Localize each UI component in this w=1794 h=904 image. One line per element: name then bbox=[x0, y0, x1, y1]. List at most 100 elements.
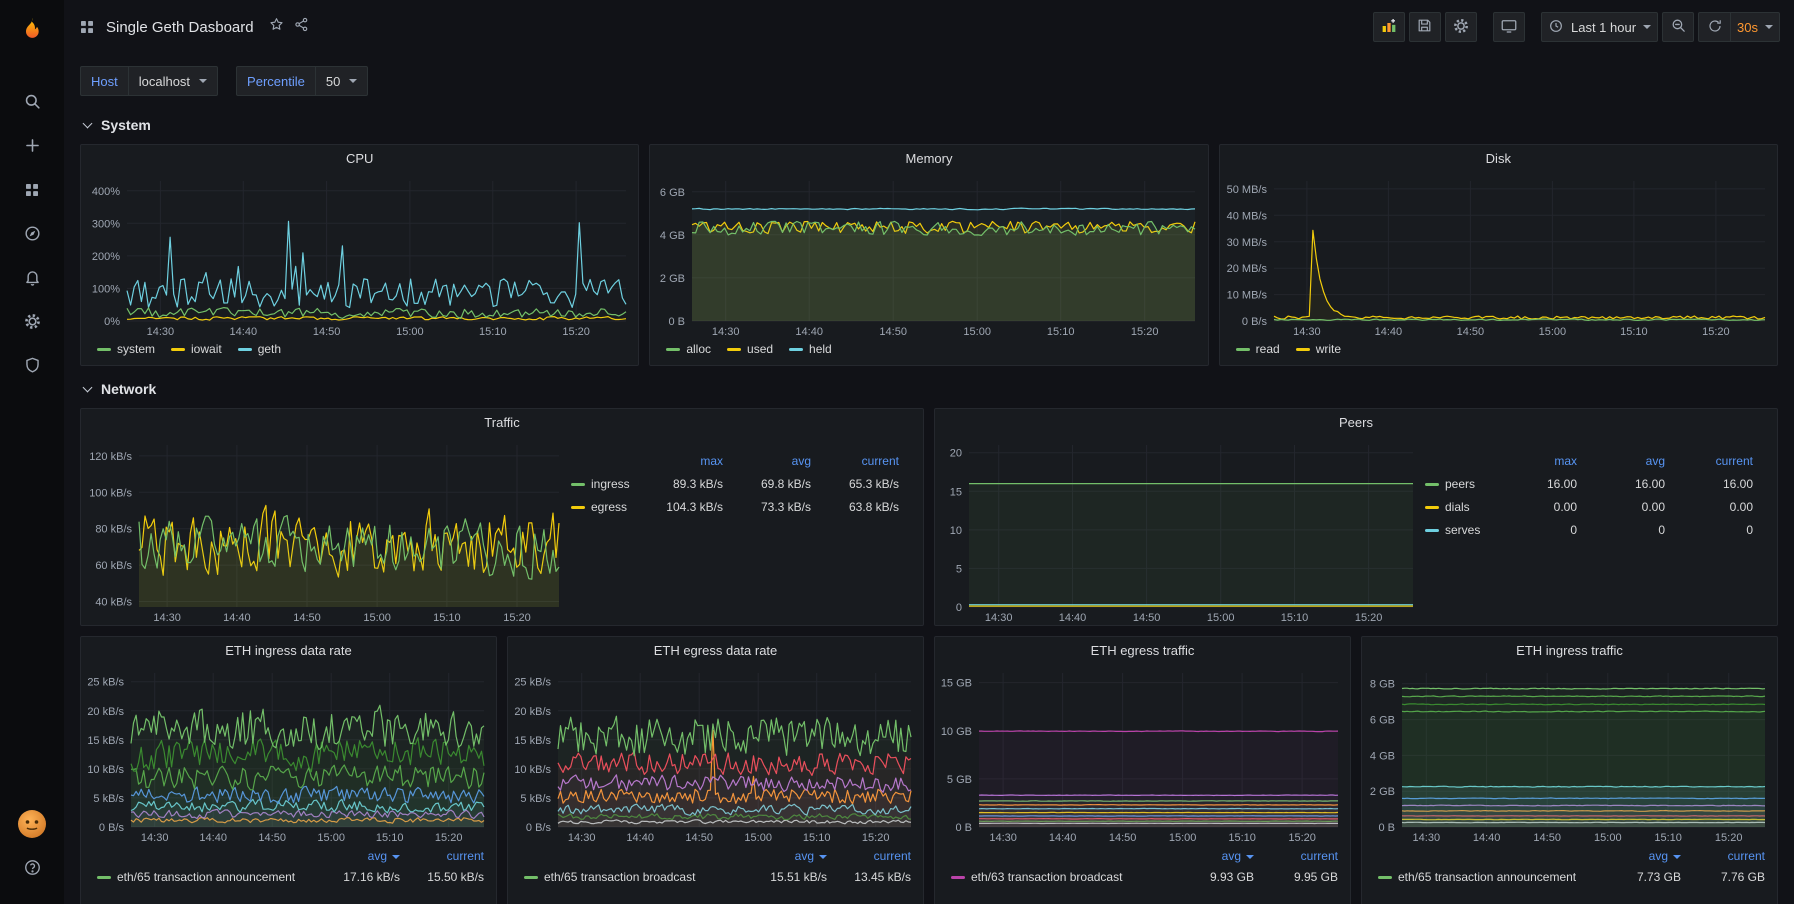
panel-title[interactable]: ETH egress data rate bbox=[508, 637, 923, 665]
svg-text:5 kB/s: 5 kB/s bbox=[520, 793, 551, 805]
legend-series-name[interactable]: peers bbox=[1425, 477, 1489, 491]
svg-text:14:40: 14:40 bbox=[796, 326, 824, 338]
panel-title[interactable]: ETH egress traffic bbox=[935, 637, 1350, 665]
legend-series-name[interactable]: egress bbox=[571, 500, 635, 514]
panel-eth-ingress-data-rate: ETH ingress data rate 0 B/s5 kB/s10 kB/s… bbox=[80, 636, 497, 904]
time-range-label: Last 1 hour bbox=[1571, 20, 1636, 35]
svg-text:25 kB/s: 25 kB/s bbox=[87, 677, 124, 689]
row-toggle-network[interactable]: Network bbox=[80, 376, 1778, 402]
legend-sort-current[interactable]: current bbox=[1254, 849, 1338, 863]
variable-host-label[interactable]: Host bbox=[80, 66, 128, 96]
legend-sort-avg[interactable]: avg bbox=[1158, 849, 1254, 863]
legend-item[interactable]: alloc bbox=[666, 342, 711, 356]
panel-title[interactable]: Disk bbox=[1220, 145, 1777, 173]
sidebar-item-search[interactable] bbox=[9, 82, 55, 126]
legend-item[interactable]: used bbox=[727, 342, 773, 356]
legend-value: 0.00 bbox=[1489, 500, 1577, 514]
legend-item[interactable]: geth bbox=[238, 342, 281, 356]
variable-percentile-label[interactable]: Percentile bbox=[236, 66, 315, 96]
grafana-logo[interactable] bbox=[10, 10, 54, 54]
memory-legend: alloc used held bbox=[650, 339, 1207, 365]
svg-text:20 kB/s: 20 kB/s bbox=[87, 706, 124, 718]
panel-title[interactable]: CPU bbox=[81, 145, 638, 173]
tv-mode-button[interactable] bbox=[1493, 12, 1525, 42]
legend-item[interactable]: iowait bbox=[171, 342, 222, 356]
star-button[interactable] bbox=[268, 16, 285, 38]
eth-egress-data-rate-graph[interactable]: 0 B/s5 kB/s10 kB/s15 kB/s20 kB/s25 kB/s1… bbox=[508, 665, 923, 845]
sidebar-item-configuration[interactable] bbox=[9, 302, 55, 346]
panel-eth-egress-data-rate: ETH egress data rate 0 B/s5 kB/s10 kB/s1… bbox=[507, 636, 924, 904]
eth-ingress-data-rate-graph[interactable]: 0 B/s5 kB/s10 kB/s15 kB/s20 kB/s25 kB/s1… bbox=[81, 665, 496, 845]
panel-title[interactable]: ETH ingress data rate bbox=[81, 637, 496, 665]
refresh-interval-label: 30s bbox=[1737, 20, 1758, 35]
dashboard-title[interactable]: Single Geth Dasboard bbox=[106, 19, 254, 36]
legend-sort-avg[interactable]: avg bbox=[723, 454, 811, 468]
legend-series-name[interactable]: dials bbox=[1425, 500, 1489, 514]
svg-text:15:00: 15:00 bbox=[1169, 832, 1197, 844]
panel-title[interactable]: ETH ingress traffic bbox=[1362, 637, 1777, 665]
help-button[interactable] bbox=[9, 848, 55, 892]
panel-eth-egress-traffic: ETH egress traffic 0 B5 GB10 GB15 GB14:3… bbox=[934, 636, 1351, 904]
eth-egress-traffic-graph[interactable]: 0 B5 GB10 GB15 GB14:3014:4014:5015:0015:… bbox=[935, 665, 1350, 845]
svg-text:15:20: 15:20 bbox=[1702, 326, 1730, 338]
variable-host: Host localhost bbox=[80, 66, 218, 96]
legend-value: 7.73 GB bbox=[1585, 870, 1681, 884]
svg-text:200%: 200% bbox=[92, 251, 120, 263]
time-range-button[interactable]: Last 1 hour bbox=[1541, 12, 1658, 42]
chevron-down-icon bbox=[83, 118, 93, 128]
tv-icon bbox=[1500, 17, 1518, 38]
peers-graph[interactable]: 0510152014:3014:4014:5015:0015:1015:20 bbox=[935, 437, 1425, 625]
panel-title[interactable]: Peers bbox=[935, 409, 1777, 437]
sidebar-item-explore[interactable] bbox=[9, 214, 55, 258]
traffic-graph[interactable]: 40 kB/s60 kB/s80 kB/s100 kB/s120 kB/s14:… bbox=[81, 437, 571, 625]
sidebar-item-create[interactable] bbox=[9, 126, 55, 170]
legend-sort-max[interactable]: max bbox=[635, 454, 723, 468]
legend-sort-current[interactable]: current bbox=[400, 849, 484, 863]
dashboard-settings-button[interactable] bbox=[1445, 12, 1477, 42]
question-icon bbox=[23, 858, 42, 882]
legend-series-name[interactable]: eth/63 transaction broadcast bbox=[951, 870, 1158, 884]
bell-icon bbox=[23, 268, 42, 292]
legend-sort-avg[interactable]: avg bbox=[1585, 849, 1681, 863]
legend-sort-current[interactable]: current bbox=[1665, 454, 1753, 468]
legend-series-name[interactable]: ingress bbox=[571, 477, 635, 491]
memory-graph[interactable]: 0 B2 GB4 GB6 GB14:3014:4014:5015:0015:10… bbox=[650, 173, 1207, 339]
legend-item[interactable]: held bbox=[789, 342, 832, 356]
legend-series-name[interactable]: eth/65 transaction broadcast bbox=[524, 870, 731, 884]
legend-series-name[interactable]: serves bbox=[1425, 523, 1489, 537]
legend-series-name[interactable]: eth/65 transaction announcement bbox=[1378, 870, 1585, 884]
svg-text:15:20: 15:20 bbox=[503, 612, 531, 624]
legend-sort-current[interactable]: current bbox=[811, 454, 899, 468]
legend-sort-current[interactable]: current bbox=[827, 849, 911, 863]
cpu-graph[interactable]: 0%100%200%300%400%14:3014:4014:5015:0015… bbox=[81, 173, 638, 339]
legend-sort-max[interactable]: max bbox=[1489, 454, 1577, 468]
variable-percentile-select[interactable]: 50 bbox=[315, 66, 368, 96]
variable-host-select[interactable]: localhost bbox=[128, 66, 218, 96]
legend-row: serves000 bbox=[1425, 518, 1753, 541]
legend-sort-current[interactable]: current bbox=[1681, 849, 1765, 863]
add-panel-button[interactable] bbox=[1373, 12, 1405, 42]
legend-item[interactable]: read bbox=[1236, 342, 1280, 356]
user-profile-button[interactable] bbox=[9, 804, 55, 848]
legend-sort-avg[interactable]: avg bbox=[304, 849, 400, 863]
zoom-out-button[interactable] bbox=[1662, 12, 1694, 42]
save-dashboard-button[interactable] bbox=[1409, 12, 1441, 42]
legend-series-name[interactable]: eth/65 transaction announcement bbox=[97, 870, 304, 884]
disk-graph[interactable]: 0 B/s10 MB/s20 MB/s30 MB/s40 MB/s50 MB/s… bbox=[1220, 173, 1777, 339]
sidebar-item-server-admin[interactable] bbox=[9, 346, 55, 390]
legend-sort-avg[interactable]: avg bbox=[731, 849, 827, 863]
row-toggle-system[interactable]: System bbox=[80, 112, 1778, 138]
legend-item[interactable]: system bbox=[97, 342, 155, 356]
refresh-button[interactable] bbox=[1698, 12, 1730, 42]
share-button[interactable] bbox=[293, 16, 310, 38]
sidebar-item-alerting[interactable] bbox=[9, 258, 55, 302]
eth-ingress-traffic-graph[interactable]: 0 B2 GB4 GB6 GB8 GB14:3014:4014:5015:001… bbox=[1362, 665, 1777, 845]
panel-title[interactable]: Memory bbox=[650, 145, 1207, 173]
refresh-interval-button[interactable]: 30s bbox=[1730, 12, 1780, 42]
panel-title[interactable]: Traffic bbox=[81, 409, 923, 437]
svg-text:15:10: 15:10 bbox=[1228, 832, 1256, 844]
legend-sort-avg[interactable]: avg bbox=[1577, 454, 1665, 468]
peers-legend: maxavgcurrentpeers16.0016.0016.00dials0.… bbox=[1425, 437, 1777, 625]
legend-item[interactable]: write bbox=[1296, 342, 1341, 356]
sidebar-item-dashboards[interactable] bbox=[9, 170, 55, 214]
